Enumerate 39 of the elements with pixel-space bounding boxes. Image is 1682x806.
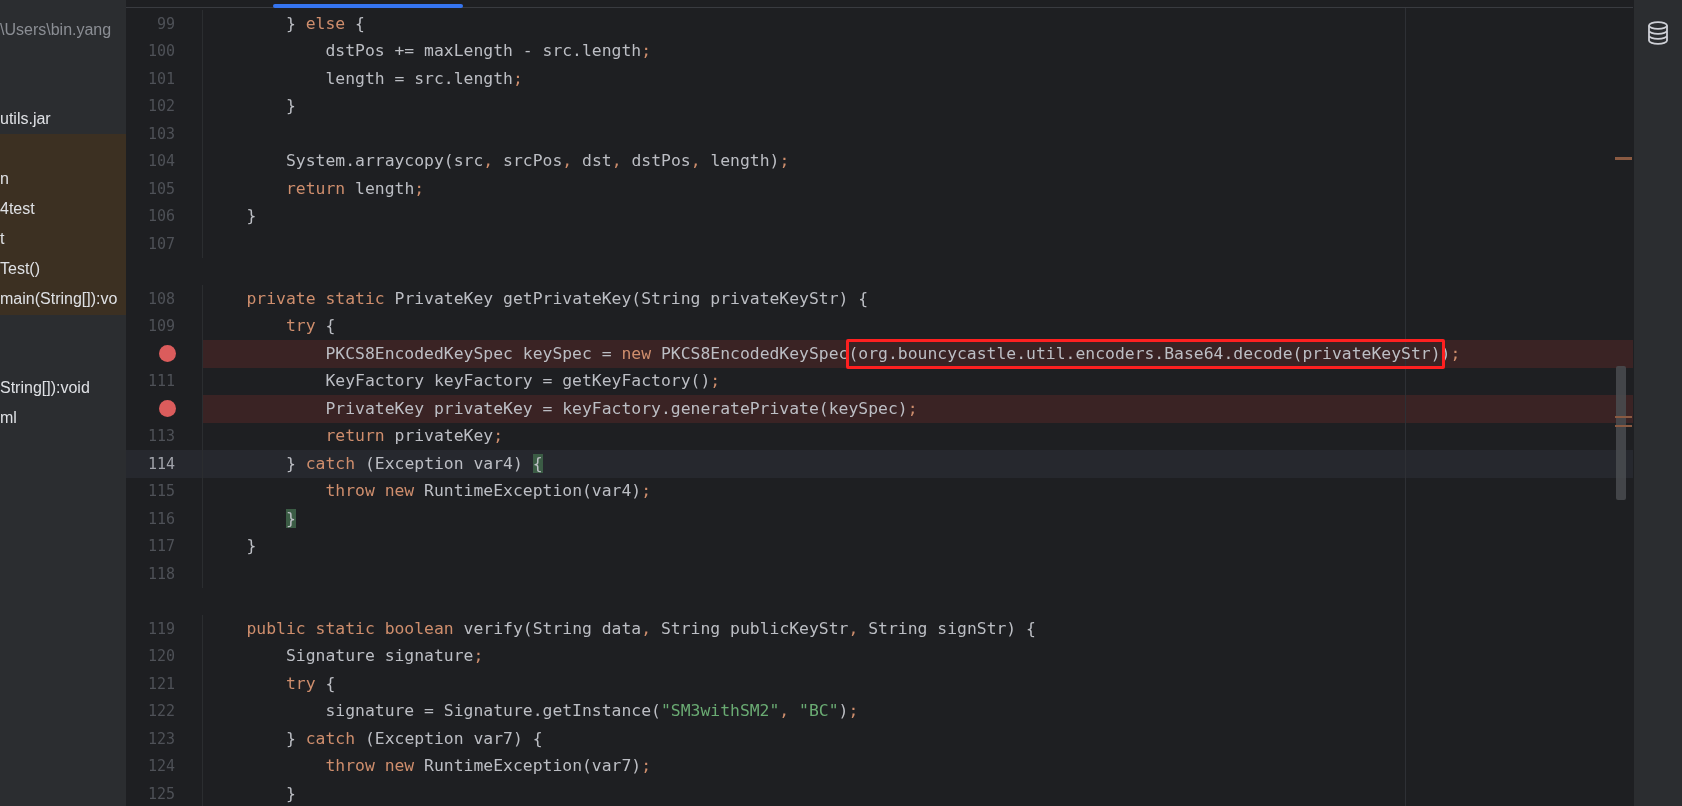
code-line: try { bbox=[284, 672, 336, 695]
code-line: } bbox=[284, 782, 296, 805]
tree-item[interactable]: main(String[]):vo bbox=[0, 284, 126, 314]
code-line: return length; bbox=[284, 177, 425, 200]
code-line: try { bbox=[284, 315, 336, 338]
code-line: length = src.length; bbox=[324, 67, 523, 90]
tree-item[interactable]: 4test bbox=[0, 194, 126, 224]
code-line: Signature signature; bbox=[284, 645, 484, 668]
code-line: signature = Signature.getInstance("SM3withSM2", "BC"); bbox=[324, 700, 859, 723]
database-icon[interactable] bbox=[1647, 21, 1669, 45]
tree-item[interactable]: Test() bbox=[0, 254, 126, 284]
code-line: } else { bbox=[284, 12, 365, 35]
code-line: } catch (Exception var7) { bbox=[284, 727, 543, 750]
tree-item[interactable]: ml bbox=[0, 403, 126, 433]
code-line: } bbox=[284, 95, 296, 118]
tree-item[interactable]: n bbox=[0, 164, 126, 194]
breakpoint-marker bbox=[1615, 425, 1632, 427]
breakpoint-marker bbox=[1615, 416, 1632, 418]
breakpoint-icon[interactable] bbox=[159, 400, 176, 418]
code-line: private static PrivateKey getPrivateKey(String privateKeyStr) { bbox=[245, 287, 869, 310]
tree-item[interactable]: t bbox=[0, 224, 126, 254]
code-line: } bbox=[245, 205, 257, 228]
code-line: return privateKey; bbox=[324, 425, 504, 448]
code-line: System.arraycopy(src, srcPos, dst, dstPos, length); bbox=[284, 150, 790, 173]
scrollbar-thumb[interactable] bbox=[1616, 366, 1626, 500]
breakpoint-icon[interactable] bbox=[159, 345, 176, 363]
path-label: \Users\bin.yang bbox=[0, 20, 113, 40]
code-line: } catch (Exception var4) { bbox=[284, 452, 543, 475]
code-line: throw new RuntimeException(var7); bbox=[324, 755, 652, 778]
tree-item[interactable]: String[]):void bbox=[0, 373, 126, 403]
code-line: PrivateKey privateKey = keyFactory.generatePrivate(keySpec); bbox=[324, 397, 918, 420]
code-line: } bbox=[245, 535, 257, 558]
line-number: 114 bbox=[147, 454, 175, 473]
code-line: public static boolean verify(String data, String publicKeyStr, String signStr) { bbox=[245, 617, 1036, 640]
code-line: KeyFactory keyFactory = getKeyFactory(); bbox=[324, 370, 721, 393]
code-line: throw new RuntimeException(var4); bbox=[324, 480, 652, 503]
tree-item[interactable]: utils.jar bbox=[0, 104, 126, 134]
change-marker bbox=[1615, 157, 1632, 160]
code-line: dstPos += maxLength - src.length; bbox=[324, 40, 652, 63]
